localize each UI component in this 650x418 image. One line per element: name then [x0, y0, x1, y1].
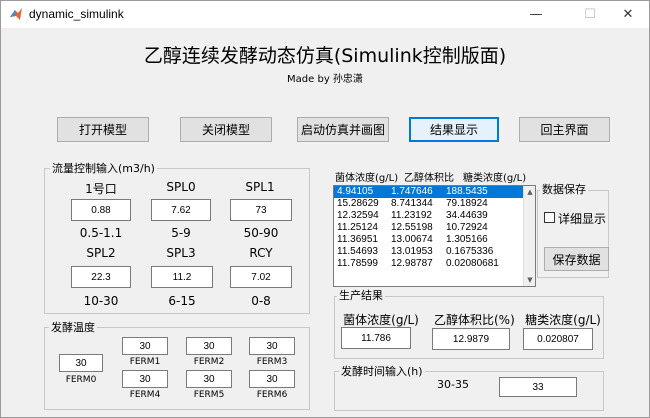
open-model-button[interactable]: 打开模型	[57, 117, 149, 142]
ferm1-label: FERM1	[129, 357, 161, 367]
ferm1-input[interactable]: 30	[122, 337, 168, 355]
spl1-input[interactable]: 73	[230, 199, 292, 221]
spl2-label: SPL2	[86, 246, 116, 260]
close-model-button[interactable]: 关闭模型	[180, 117, 272, 142]
app-window: dynamic_simulink — ☐ ✕ 乙醇连续发酵动态仿真(Simuli…	[0, 0, 650, 418]
start-simulation-button[interactable]: 启动仿真并画图	[297, 117, 389, 142]
data-save-title: 数据保存	[540, 183, 588, 196]
list-item[interactable]: 12.32594 11.23192 34.44639	[334, 210, 535, 222]
scroll-up-icon[interactable]: ▲	[524, 186, 535, 198]
production-result-title: 生产结果	[337, 289, 385, 302]
rcy-range: 0-8	[251, 294, 271, 308]
biomass-result-label: 菌体浓度(g/L)	[343, 313, 419, 327]
ferm-time-input[interactable]: 33	[499, 377, 577, 397]
ferm-time-title: 发酵时间输入(h)	[339, 365, 425, 378]
spl0-label: SPL0	[166, 180, 196, 194]
scroll-down-icon[interactable]: ▼	[524, 274, 535, 286]
ferm6-input[interactable]: 30	[249, 370, 295, 388]
flow-control-title: 流量控制输入(m3/h)	[50, 162, 157, 175]
ferm2-input[interactable]: 30	[186, 337, 232, 355]
detail-checkbox[interactable]	[544, 212, 555, 223]
results-listbox[interactable]: 4.94105 1.747646 188.5435 15.28629 8.741344…	[333, 185, 536, 287]
spl0-input[interactable]: 7.62	[151, 199, 211, 221]
ferm-temp-title: 发酵温度	[49, 321, 97, 334]
list-header-ethanol: 乙醇体积比	[404, 173, 454, 184]
rcy-input[interactable]: 7.02	[230, 266, 292, 288]
list-item[interactable]: 11.36951 13.00674 1.305166	[334, 234, 535, 246]
port1-range: 0.5-1.1	[79, 226, 123, 240]
window-title: dynamic_simulink	[29, 7, 124, 21]
spl2-range: 10-30	[83, 294, 119, 308]
close-button[interactable]: ✕	[605, 1, 650, 28]
page-title: 乙醇连续发酵动态仿真(Simulink控制版面)	[143, 45, 507, 67]
ferm-time-range: 30-35	[437, 378, 469, 391]
port1-label: 1号口	[85, 182, 117, 196]
list-item[interactable]: 4.94105 1.747646 188.5435	[334, 186, 535, 198]
ferm3-input[interactable]: 30	[249, 337, 295, 355]
list-scrollbar[interactable]: ▲ ▼	[523, 186, 535, 286]
show-results-button[interactable]: 结果显示	[409, 117, 499, 142]
ferm0-input[interactable]: 30	[59, 354, 103, 372]
list-item[interactable]: 11.54693 13.01953 0.1675336	[334, 246, 535, 258]
matlab-icon	[10, 8, 22, 20]
spl0-range: 5-9	[171, 226, 191, 240]
ferm5-input[interactable]: 30	[186, 370, 232, 388]
biomass-result-value: 11.786	[341, 327, 411, 349]
ethanol-result-value: 12.9879	[432, 328, 510, 350]
spl3-range: 6-15	[168, 294, 196, 308]
ferm4-label: FERM4	[129, 390, 161, 400]
ethanol-result-label: 乙醇体积比(%)	[434, 313, 515, 327]
title-bar: dynamic_simulink — ☐ ✕	[1, 1, 649, 28]
list-item[interactable]: 15.28629 8.741344 79.18924	[334, 198, 535, 210]
ferm0-label: FERM0	[65, 375, 97, 385]
list-item[interactable]: 11.78599 12.98787 0.02080681	[334, 258, 535, 270]
list-item[interactable]: 11.25124 12.55198 10.72924	[334, 222, 535, 234]
ferm2-label: FERM2	[193, 357, 225, 367]
spl3-label: SPL3	[166, 246, 196, 260]
minimize-button[interactable]: —	[513, 1, 559, 28]
spl1-label: SPL1	[245, 180, 275, 194]
ferm6-label: FERM6	[256, 390, 288, 400]
save-data-button[interactable]: 保存数据	[544, 247, 609, 271]
back-to-main-button[interactable]: 回主界面	[519, 117, 610, 142]
ferm5-label: FERM5	[193, 390, 225, 400]
port1-input[interactable]: 0.88	[71, 199, 131, 221]
detail-checkbox-label: 详细显示	[558, 212, 607, 226]
sugar-result-value: 0.020807	[523, 328, 593, 350]
list-header-biomass: 菌体浓度(g/L)	[335, 173, 399, 184]
author-byline: Made by 孙忠潇	[287, 74, 363, 85]
sugar-result-label: 糖类浓度(g/L)	[525, 313, 601, 327]
spl1-range: 50-90	[243, 226, 279, 240]
ferm4-input[interactable]: 30	[122, 370, 168, 388]
list-header-sugar: 糖类浓度(g/L)	[463, 173, 527, 184]
spl2-input[interactable]: 22.3	[71, 266, 131, 288]
rcy-label: RCY	[249, 246, 273, 260]
spl3-input[interactable]: 11.2	[151, 266, 213, 288]
ferm3-label: FERM3	[256, 357, 288, 367]
